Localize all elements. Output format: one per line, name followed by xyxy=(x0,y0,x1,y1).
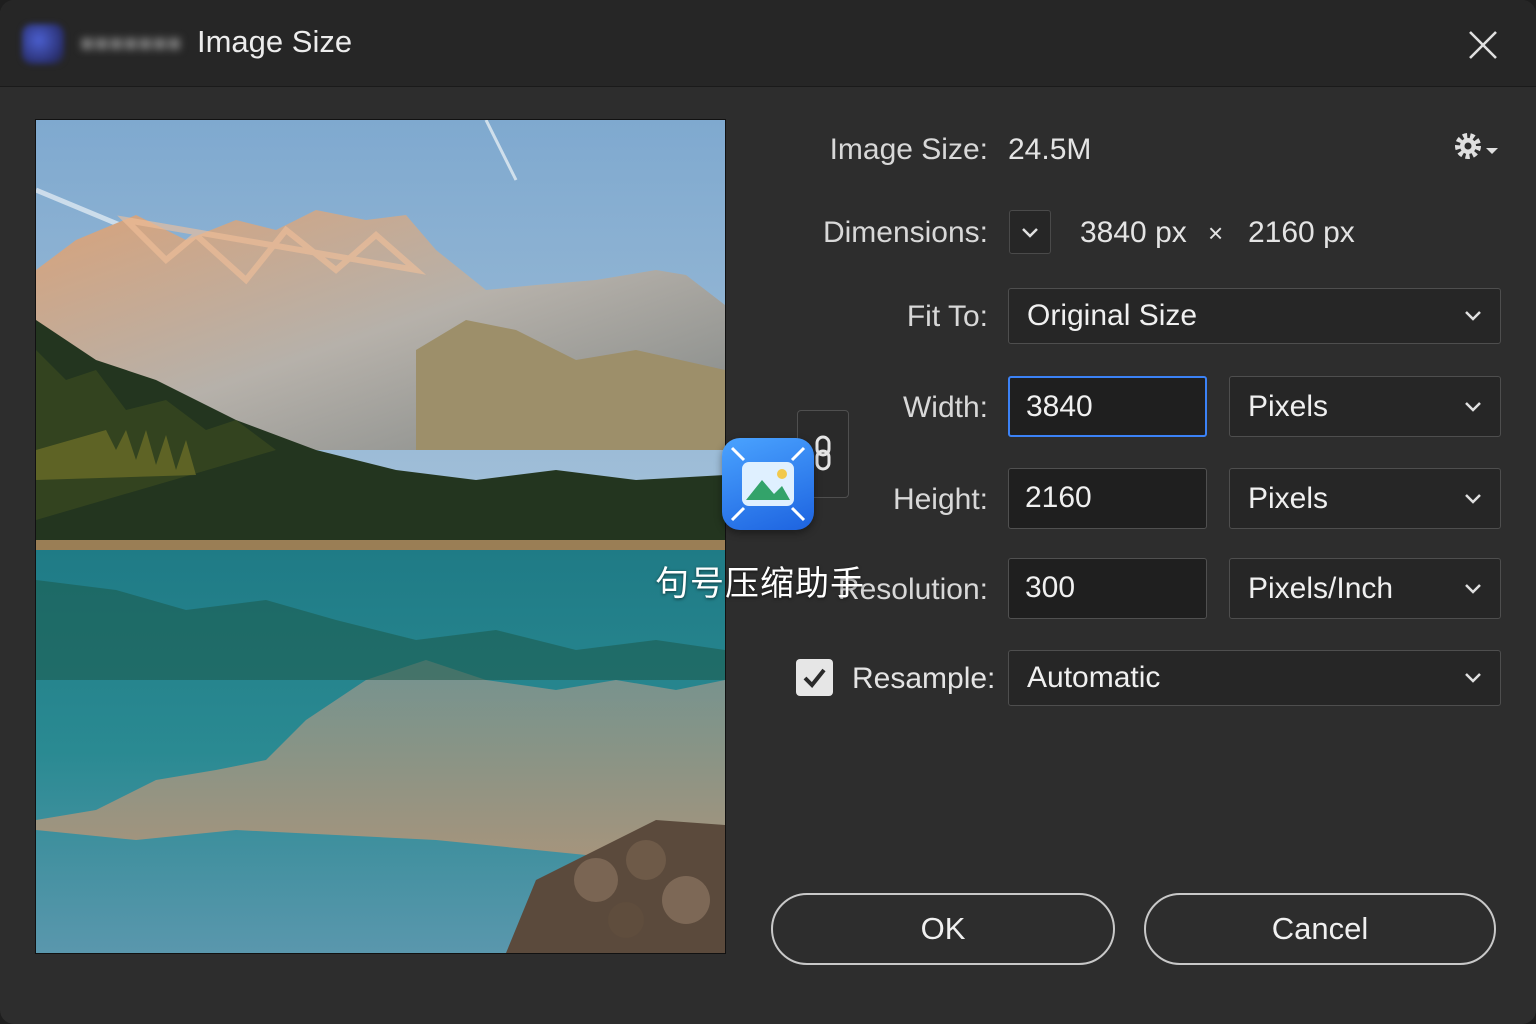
cancel-button[interactable]: Cancel xyxy=(1144,893,1496,965)
width-input[interactable]: 3840 xyxy=(1008,376,1207,437)
width-unit-select[interactable]: Pixels xyxy=(1229,376,1501,437)
image-size-value: 24.5M xyxy=(1008,133,1092,166)
chevron-down-icon xyxy=(1465,494,1481,504)
chevron-down-icon xyxy=(1022,228,1038,238)
resample-method-value: Automatic xyxy=(1027,661,1161,694)
dimensions-label: Dimensions: xyxy=(822,216,988,249)
chevron-down-icon xyxy=(1465,402,1481,412)
fit-to-value: Original Size xyxy=(1027,299,1198,332)
image-size-dialog: ■■■■■■■ Image Size Image Size: 24.5M Dim… xyxy=(0,0,1536,1024)
width-unit-value: Pixels xyxy=(1248,390,1329,423)
dimension-separator: × xyxy=(1208,218,1224,248)
chevron-down-icon xyxy=(1465,673,1481,683)
image-preview xyxy=(35,119,726,954)
resolution-input[interactable]: 300 xyxy=(1008,558,1207,619)
resample-method-select[interactable]: Automatic xyxy=(1008,650,1501,706)
width-label: Width: xyxy=(902,391,988,424)
fit-to-select[interactable]: Original Size xyxy=(1008,288,1501,344)
resample-label: Resample: xyxy=(852,662,996,695)
close-icon xyxy=(1469,31,1497,59)
ok-button[interactable]: OK xyxy=(771,893,1115,965)
height-value: 2160 xyxy=(1025,481,1092,514)
resolution-unit-value: Pixels/Inch xyxy=(1248,572,1394,605)
dimensions-unit-dropdown[interactable] xyxy=(1009,210,1051,254)
dialog-title: Image Size xyxy=(197,24,353,59)
dimension-width: 3840 px xyxy=(1080,216,1187,249)
resample-checkbox[interactable] xyxy=(796,659,833,696)
chevron-down-icon xyxy=(1465,584,1481,594)
app-logo-icon xyxy=(22,24,64,64)
gear-icon xyxy=(1455,133,1498,159)
height-input[interactable]: 2160 xyxy=(1008,468,1207,529)
width-value: 3840 xyxy=(1026,390,1093,423)
resolution-unit-select[interactable]: Pixels/Inch xyxy=(1229,558,1501,619)
image-size-label: Image Size: xyxy=(829,133,988,166)
app-name-blurred: ■■■■■■■ xyxy=(80,30,182,57)
close-button[interactable] xyxy=(1460,22,1506,68)
checkmark-icon xyxy=(803,668,826,688)
title-bar: ■■■■■■■ Image Size xyxy=(0,0,1536,87)
watermark-text: 句号压缩助手 xyxy=(655,564,865,604)
resolution-value: 300 xyxy=(1025,571,1076,604)
height-unit-value: Pixels xyxy=(1248,482,1329,515)
dimension-height: 2160 px xyxy=(1248,216,1355,249)
fit-to-label: Fit To: xyxy=(906,300,988,333)
height-unit-select[interactable]: Pixels xyxy=(1229,468,1501,529)
compress-app-icon xyxy=(722,438,814,530)
chevron-down-icon xyxy=(1465,311,1481,321)
settings-gear-button[interactable] xyxy=(1452,130,1504,166)
